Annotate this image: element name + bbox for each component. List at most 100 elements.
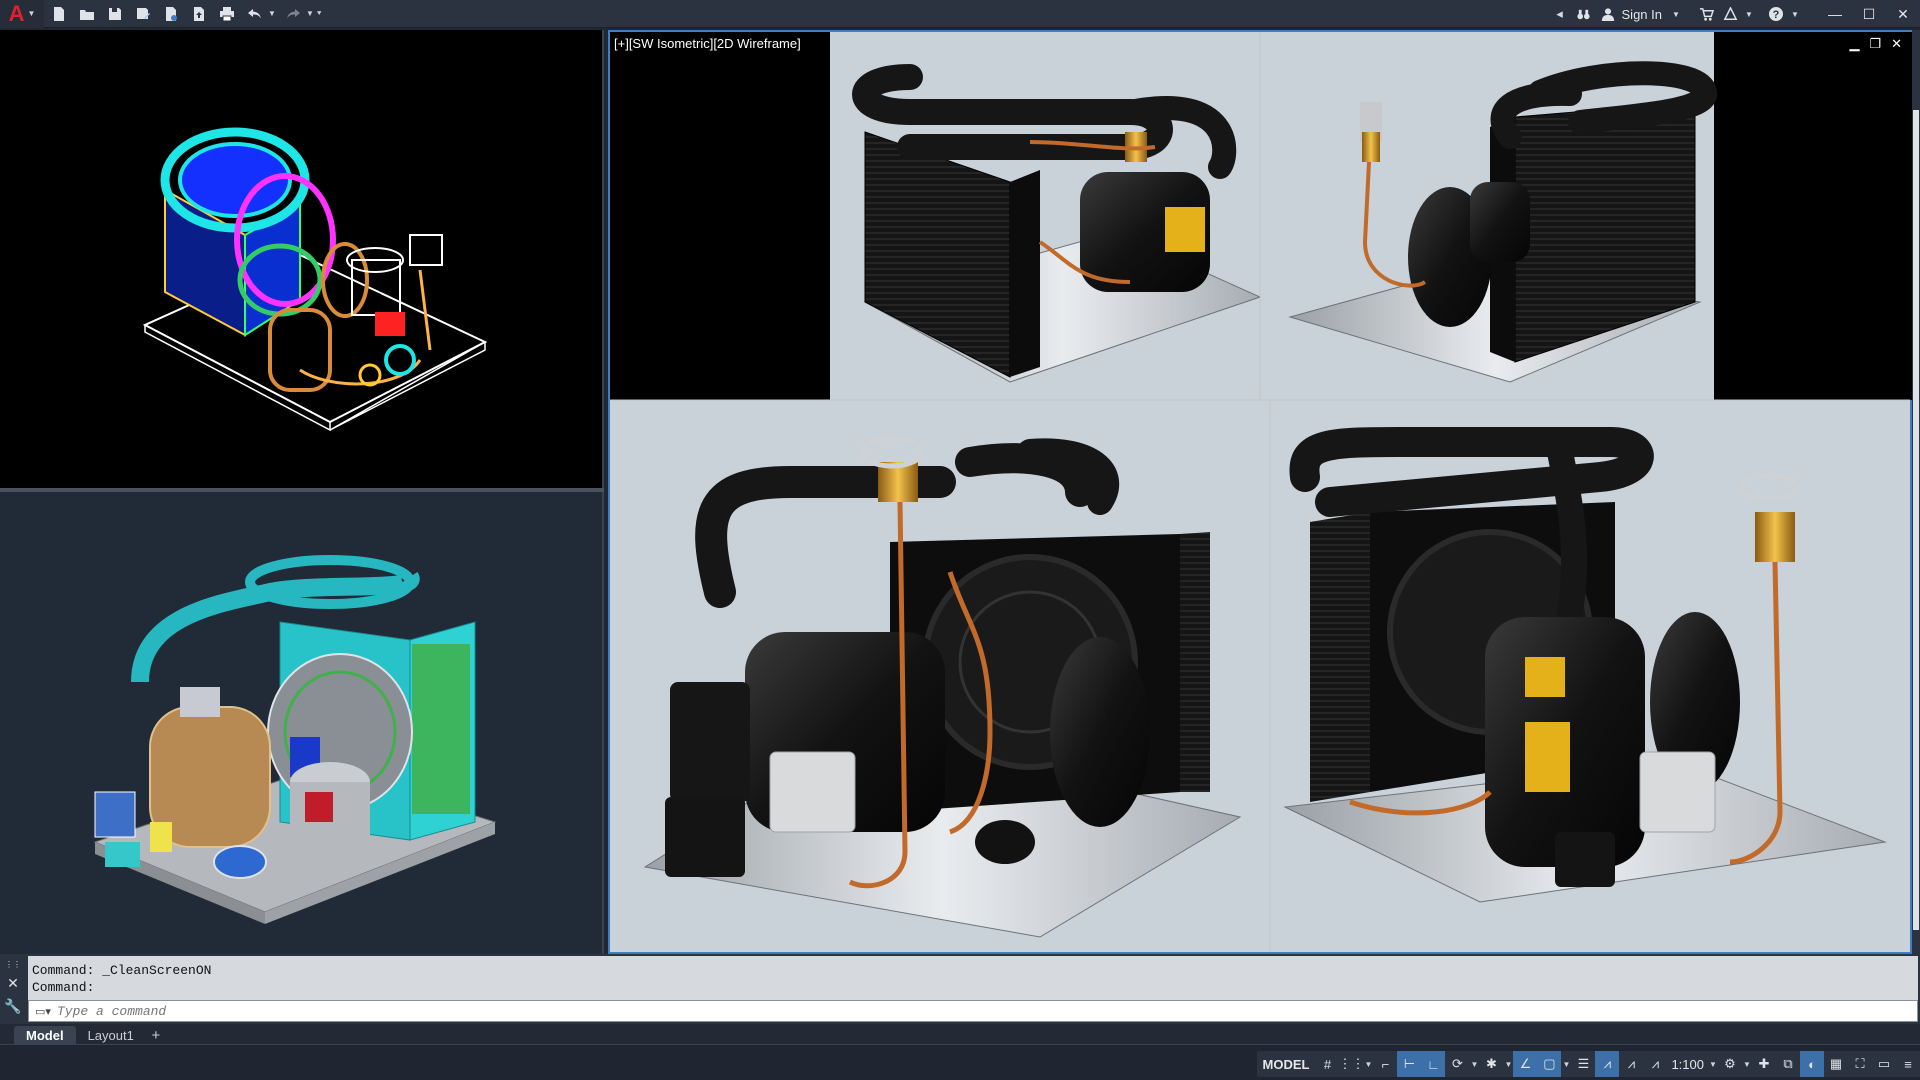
printer-icon bbox=[220, 6, 234, 21]
chevron-down-icon[interactable]: ▼ bbox=[1668, 0, 1684, 28]
layout-tabs: Model Layout1 + bbox=[0, 1024, 1920, 1044]
annotation-visibility-icon[interactable]: ⩘ bbox=[1595, 1051, 1620, 1077]
search-back-icon[interactable]: ◂ bbox=[1548, 0, 1572, 28]
clean-screen-icon[interactable]: ⛶ bbox=[1848, 1051, 1872, 1077]
tab-layout1[interactable]: Layout1 bbox=[76, 1026, 146, 1044]
render-unit-2 bbox=[1288, 61, 1717, 383]
viewport-controls: ▁ ❐ ✕ bbox=[1849, 36, 1902, 52]
binoculars-icon[interactable] bbox=[1572, 0, 1596, 28]
plus-icon[interactable]: ✚ bbox=[1752, 1051, 1776, 1077]
save-web-button[interactable] bbox=[186, 1, 212, 27]
units-icon[interactable]: ⧉ bbox=[1776, 1051, 1800, 1077]
command-history: Command: _CleanScreenON Command: bbox=[28, 956, 1918, 1000]
dynamic-input-icon[interactable]: ⊢ bbox=[1397, 1051, 1422, 1077]
undo-button[interactable] bbox=[242, 1, 268, 27]
annotation-scale-icon[interactable]: ⩘ bbox=[1643, 1051, 1667, 1077]
customize-menu-icon[interactable]: ≡ bbox=[1896, 1051, 1920, 1077]
chevron-down-icon: ▼ bbox=[27, 9, 36, 18]
viewport-icon[interactable]: ▭ bbox=[1872, 1051, 1896, 1077]
black-background-region bbox=[610, 32, 830, 400]
redo-dropdown-icon[interactable]: ▼ bbox=[306, 9, 316, 18]
model-space-toggle[interactable]: MODEL bbox=[1257, 1057, 1316, 1072]
annotation-scale-value[interactable]: 1:100 bbox=[1667, 1057, 1708, 1072]
cart-icon[interactable] bbox=[1694, 0, 1718, 28]
open-button[interactable] bbox=[74, 1, 100, 27]
viewport-bottom-left[interactable] bbox=[0, 492, 604, 954]
shaded-model-drawing bbox=[93, 555, 497, 924]
command-line-panel: ⋮⋮ ✕ 🔧 Command: _CleanScreenON Command: … bbox=[0, 954, 1920, 1024]
folder-icon bbox=[80, 9, 94, 20]
save-button[interactable] bbox=[102, 1, 128, 27]
render-unit-3 bbox=[643, 435, 1242, 938]
wrench-icon[interactable]: 🔧 bbox=[4, 998, 21, 1015]
lineweight-icon[interactable]: ☰ bbox=[1571, 1051, 1595, 1077]
isolate-objects-icon[interactable]: ◐ bbox=[1800, 1051, 1824, 1077]
black-background-region bbox=[1714, 32, 1914, 400]
autodesk-app-icon[interactable] bbox=[1718, 0, 1742, 28]
user-icon[interactable] bbox=[1596, 0, 1620, 28]
chevron-down-icon[interactable]: ▼ bbox=[1788, 0, 1802, 28]
viewport-scrollbar[interactable] bbox=[1912, 30, 1920, 954]
chevron-down-icon[interactable]: ▼ bbox=[1363, 1060, 1373, 1069]
viewport-restore-icon[interactable]: ❐ bbox=[1869, 36, 1881, 52]
command-input-row: ▭▾ bbox=[28, 1000, 1918, 1022]
new-file-button[interactable] bbox=[46, 1, 72, 27]
command-history-line: Command: bbox=[32, 980, 95, 995]
undo-dropdown-icon[interactable]: ▼ bbox=[268, 9, 278, 18]
status-bar-tools: MODEL # ⋮⋮ ▼ ⌐ ⊢ ∟ ⟳ ▼ ✱ ▼ ∠ ▢ ▼ ☰ ⩘ ⩘ ⩘… bbox=[1256, 1051, 1920, 1077]
command-line-side-controls: ⋮⋮ ✕ 🔧 bbox=[0, 954, 26, 1024]
status-bar: MODEL # ⋮⋮ ▼ ⌐ ⊢ ∟ ⟳ ▼ ✱ ▼ ∠ ▢ ▼ ☰ ⩘ ⩘ ⩘… bbox=[0, 1044, 1920, 1080]
scrollbar-thumb[interactable] bbox=[1913, 110, 1919, 930]
viewport-top-left[interactable] bbox=[0, 30, 604, 488]
chevron-down-icon[interactable]: ▼ bbox=[1708, 1060, 1718, 1069]
save-as-icon bbox=[137, 7, 150, 19]
viewport-close-icon[interactable]: ✕ bbox=[1891, 36, 1902, 52]
help-icon[interactable]: ? bbox=[1764, 0, 1788, 28]
customize-toolbar-icon[interactable]: ⯆ bbox=[316, 9, 334, 19]
chevron-down-icon[interactable]: ▼ bbox=[1561, 1060, 1571, 1069]
ortho-icon[interactable]: ∟ bbox=[1421, 1051, 1446, 1077]
object-snap-icon[interactable]: ▢ bbox=[1537, 1051, 1562, 1077]
open-web-button[interactable] bbox=[158, 1, 184, 27]
isodraft-icon[interactable]: ✱ bbox=[1479, 1051, 1503, 1077]
auto-scale-icon[interactable]: ⩘ bbox=[1619, 1051, 1643, 1077]
save-icon bbox=[109, 7, 121, 20]
close-button[interactable]: ✕ bbox=[1886, 0, 1920, 28]
command-prompt-icon[interactable]: ▭▾ bbox=[29, 1001, 57, 1021]
upload-icon bbox=[194, 6, 204, 21]
wireframe-model-drawing bbox=[142, 127, 488, 432]
viewport-main[interactable]: [+][SW Isometric][2D Wireframe] ▁ ❐ ✕ bbox=[608, 30, 1914, 954]
sign-in-link[interactable]: Sign In bbox=[1622, 7, 1662, 22]
object-snap-tracking-icon[interactable]: ∠ bbox=[1513, 1051, 1538, 1077]
infer-constraints-icon[interactable]: ⌐ bbox=[1373, 1051, 1397, 1077]
render-unit-4 bbox=[1283, 427, 1887, 903]
hardware-acceleration-icon[interactable]: ▦ bbox=[1824, 1051, 1848, 1077]
chevron-down-icon[interactable]: ▼ bbox=[1503, 1060, 1513, 1069]
undo-icon bbox=[248, 8, 261, 18]
web-file-icon bbox=[166, 6, 177, 21]
chevron-down-icon[interactable]: ▼ bbox=[1469, 1060, 1479, 1069]
add-layout-button[interactable]: + bbox=[146, 1027, 166, 1044]
render-unit-1 bbox=[852, 64, 1262, 383]
plot-button[interactable] bbox=[214, 1, 240, 27]
close-icon[interactable]: ✕ bbox=[7, 975, 19, 992]
command-input[interactable] bbox=[57, 1003, 1917, 1019]
grip-icon[interactable]: ⋮⋮ bbox=[5, 960, 21, 969]
chevron-down-icon[interactable]: ▼ bbox=[1742, 1060, 1752, 1069]
tab-model[interactable]: Model bbox=[14, 1026, 76, 1044]
snap-icon[interactable]: ⋮⋮ bbox=[1338, 1051, 1364, 1077]
viewport-minimize-icon[interactable]: ▁ bbox=[1849, 36, 1859, 52]
save-as-button[interactable] bbox=[130, 1, 156, 27]
svg-text:?: ? bbox=[1773, 9, 1780, 21]
minimize-button[interactable]: — bbox=[1818, 0, 1852, 28]
chevron-down-icon[interactable]: ▼ bbox=[1742, 0, 1756, 28]
redo-button[interactable] bbox=[280, 1, 306, 27]
viewport-label[interactable]: [+][SW Isometric][2D Wireframe] bbox=[614, 36, 801, 51]
quick-access-toolbar: A ▼ ▼ ▼ ⯆ ◂ Sign In ▼ ▼ ? ▼ — ☐ ✕ bbox=[0, 0, 1920, 28]
polar-tracking-icon[interactable]: ⟳ bbox=[1445, 1051, 1469, 1077]
grid-icon[interactable]: # bbox=[1315, 1051, 1339, 1077]
maximize-button[interactable]: ☐ bbox=[1852, 0, 1886, 28]
application-menu-button[interactable]: A ▼ bbox=[0, 0, 44, 28]
autocad-logo-icon: A bbox=[8, 0, 25, 26]
gear-icon[interactable]: ⚙ bbox=[1718, 1051, 1742, 1077]
